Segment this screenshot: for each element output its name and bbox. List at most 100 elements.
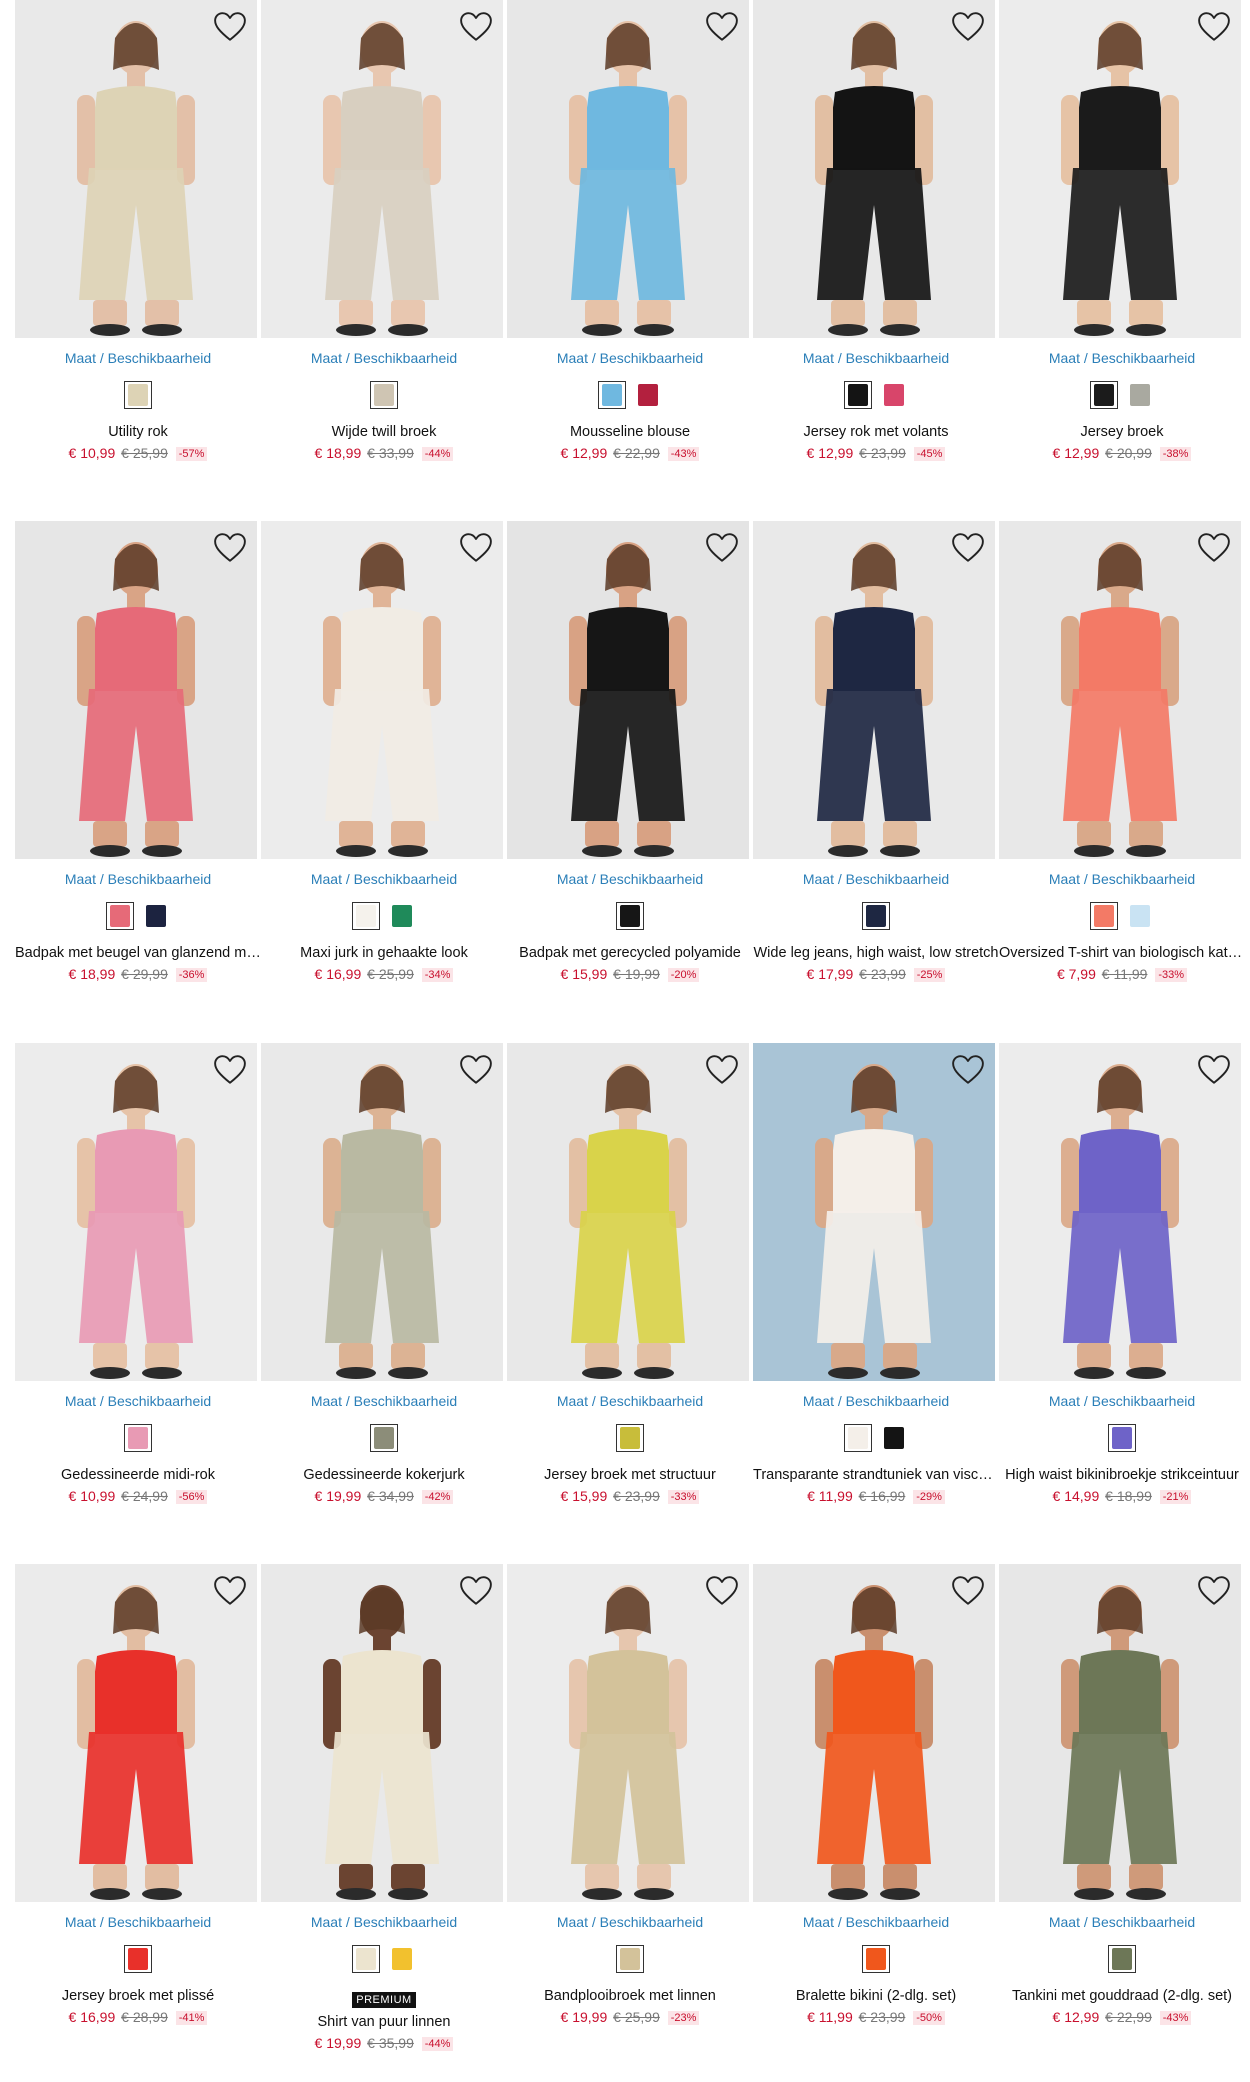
color-swatch[interactable] bbox=[862, 1945, 890, 1973]
color-swatch[interactable] bbox=[616, 1945, 644, 1973]
product-image[interactable] bbox=[15, 1564, 257, 1902]
wishlist-heart-icon[interactable] bbox=[705, 10, 739, 44]
size-availability-link[interactable]: Maat / Beschikbaarheid bbox=[257, 871, 511, 887]
product-card[interactable]: Maat / Beschikbaarheid Oversized T-shirt… bbox=[995, 521, 1249, 1011]
product-image[interactable] bbox=[999, 1043, 1241, 1381]
product-image[interactable] bbox=[507, 0, 749, 338]
color-swatch[interactable] bbox=[880, 1424, 908, 1452]
product-image[interactable] bbox=[753, 1564, 995, 1902]
product-image[interactable] bbox=[15, 1043, 257, 1381]
wishlist-heart-icon[interactable] bbox=[213, 1574, 247, 1608]
size-availability-link[interactable]: Maat / Beschikbaarheid bbox=[11, 350, 265, 366]
product-image[interactable] bbox=[507, 1564, 749, 1902]
color-swatch[interactable] bbox=[388, 1945, 416, 1973]
product-name[interactable]: Shirt van puur linnen bbox=[257, 2014, 511, 2030]
color-swatch[interactable] bbox=[880, 381, 908, 409]
color-swatch[interactable] bbox=[370, 381, 398, 409]
product-image[interactable] bbox=[15, 0, 257, 338]
product-name[interactable]: Maxi jurk in gehaakte look bbox=[257, 945, 511, 961]
color-swatch[interactable] bbox=[1126, 902, 1154, 930]
color-swatch[interactable] bbox=[862, 902, 890, 930]
size-availability-link[interactable]: Maat / Beschikbaarheid bbox=[503, 350, 757, 366]
wishlist-heart-icon[interactable] bbox=[1197, 1574, 1231, 1608]
size-availability-link[interactable]: Maat / Beschikbaarheid bbox=[257, 350, 511, 366]
product-image[interactable] bbox=[261, 1564, 503, 1902]
wishlist-heart-icon[interactable] bbox=[705, 531, 739, 565]
wishlist-heart-icon[interactable] bbox=[951, 10, 985, 44]
wishlist-heart-icon[interactable] bbox=[213, 10, 247, 44]
product-image[interactable] bbox=[507, 1043, 749, 1381]
color-swatch[interactable] bbox=[124, 1424, 152, 1452]
wishlist-heart-icon[interactable] bbox=[951, 1574, 985, 1608]
size-availability-link[interactable]: Maat / Beschikbaarheid bbox=[11, 1914, 265, 1930]
color-swatch[interactable] bbox=[616, 902, 644, 930]
product-card[interactable]: Maat / Beschikbaarheid Jersey broek € 12… bbox=[995, 0, 1241, 490]
wishlist-heart-icon[interactable] bbox=[459, 10, 493, 44]
size-availability-link[interactable]: Maat / Beschikbaarheid bbox=[11, 1393, 265, 1409]
product-card[interactable]: Maat / Beschikbaarheid Gedessineerde kok… bbox=[257, 1043, 503, 1533]
color-swatch[interactable] bbox=[370, 1424, 398, 1452]
product-name[interactable]: Wijde twill broek bbox=[257, 424, 511, 440]
color-swatch[interactable] bbox=[124, 381, 152, 409]
wishlist-heart-icon[interactable] bbox=[951, 531, 985, 565]
size-availability-link[interactable]: Maat / Beschikbaarheid bbox=[11, 871, 265, 887]
product-image[interactable] bbox=[753, 521, 995, 859]
color-swatch[interactable] bbox=[1126, 381, 1154, 409]
wishlist-heart-icon[interactable] bbox=[213, 1053, 247, 1087]
wishlist-heart-icon[interactable] bbox=[1197, 10, 1231, 44]
wishlist-heart-icon[interactable] bbox=[951, 1053, 985, 1087]
color-swatch[interactable] bbox=[616, 1424, 644, 1452]
wishlist-heart-icon[interactable] bbox=[705, 1574, 739, 1608]
product-card[interactable]: Maat / Beschikbaarheid Mousseline blouse… bbox=[503, 0, 749, 490]
product-card[interactable]: Maat / Beschikbaarheid Bandplooibroek me… bbox=[503, 1564, 749, 2054]
wishlist-heart-icon[interactable] bbox=[459, 531, 493, 565]
product-name[interactable]: Gedessineerde midi-rok bbox=[11, 1467, 265, 1483]
color-swatch[interactable] bbox=[598, 381, 626, 409]
product-name[interactable]: Jersey rok met volants bbox=[749, 424, 1003, 440]
color-swatch[interactable] bbox=[1108, 1945, 1136, 1973]
product-image[interactable] bbox=[261, 521, 503, 859]
product-image[interactable] bbox=[999, 1564, 1241, 1902]
color-swatch[interactable] bbox=[1108, 1424, 1136, 1452]
product-name[interactable]: Mousseline blouse bbox=[503, 424, 757, 440]
color-swatch[interactable] bbox=[352, 902, 380, 930]
wishlist-heart-icon[interactable] bbox=[1197, 531, 1231, 565]
product-image[interactable] bbox=[261, 1043, 503, 1381]
product-image[interactable] bbox=[15, 521, 257, 859]
wishlist-heart-icon[interactable] bbox=[459, 1574, 493, 1608]
product-card[interactable]: Maat / Beschikbaarheid Transparante stra… bbox=[749, 1043, 1002, 1533]
wishlist-heart-icon[interactable] bbox=[213, 531, 247, 565]
product-card[interactable]: Maat / Beschikbaarheid Jersey rok met vo… bbox=[749, 0, 995, 490]
product-name[interactable]: Transparante strandtuniek van viscose bbox=[749, 1467, 1003, 1483]
size-availability-link[interactable]: Maat / Beschikbaarheid bbox=[257, 1393, 511, 1409]
product-card[interactable]: Maat / Beschikbaarheid Badpak met beugel… bbox=[11, 521, 265, 1011]
product-image[interactable] bbox=[753, 1043, 995, 1381]
product-name[interactable]: Tankini met gouddraad (2-dlg. set) bbox=[995, 1988, 1249, 2004]
size-availability-link[interactable]: Maat / Beschikbaarheid bbox=[749, 871, 1003, 887]
product-name[interactable]: Oversized T-shirt van biologisch katoen bbox=[995, 945, 1249, 961]
product-name[interactable]: Jersey broek met plissé bbox=[11, 1988, 265, 2004]
size-availability-link[interactable]: Maat / Beschikbaarheid bbox=[995, 350, 1249, 366]
product-card[interactable]: Maat / Beschikbaarheid Tankini met goudd… bbox=[995, 1564, 1241, 2054]
product-image[interactable] bbox=[999, 521, 1241, 859]
size-availability-link[interactable]: Maat / Beschikbaarheid bbox=[995, 1914, 1249, 1930]
color-swatch[interactable] bbox=[634, 381, 662, 409]
color-swatch[interactable] bbox=[844, 381, 872, 409]
color-swatch[interactable] bbox=[388, 902, 416, 930]
size-availability-link[interactable]: Maat / Beschikbaarheid bbox=[749, 350, 1003, 366]
product-name[interactable]: Jersey broek met structuur bbox=[503, 1467, 757, 1483]
product-card[interactable]: Maat / Beschikbaarheid Utility rok € 10,… bbox=[11, 0, 257, 490]
color-swatch[interactable] bbox=[106, 902, 134, 930]
product-name[interactable]: Badpak met beugel van glanzend materiaal bbox=[11, 945, 265, 961]
product-name[interactable]: Badpak met gerecycled polyamide bbox=[503, 945, 757, 961]
product-name[interactable]: Bralette bikini (2-dlg. set) bbox=[749, 1988, 1003, 2004]
product-card[interactable]: Maat / Beschikbaarheid PREMIUM Shirt van… bbox=[257, 1564, 503, 2054]
size-availability-link[interactable]: Maat / Beschikbaarheid bbox=[749, 1393, 1003, 1409]
product-image[interactable] bbox=[753, 0, 995, 338]
size-availability-link[interactable]: Maat / Beschikbaarheid bbox=[995, 871, 1249, 887]
product-card[interactable]: Maat / Beschikbaarheid High waist bikini… bbox=[995, 1043, 1241, 1533]
size-availability-link[interactable]: Maat / Beschikbaarheid bbox=[995, 1393, 1249, 1409]
product-card[interactable]: Maat / Beschikbaarheid Badpak met gerecy… bbox=[503, 521, 749, 1011]
product-card[interactable]: Maat / Beschikbaarheid Wijde twill broek… bbox=[257, 0, 503, 490]
product-card[interactable]: Maat / Beschikbaarheid Jersey broek met … bbox=[11, 1564, 257, 2054]
